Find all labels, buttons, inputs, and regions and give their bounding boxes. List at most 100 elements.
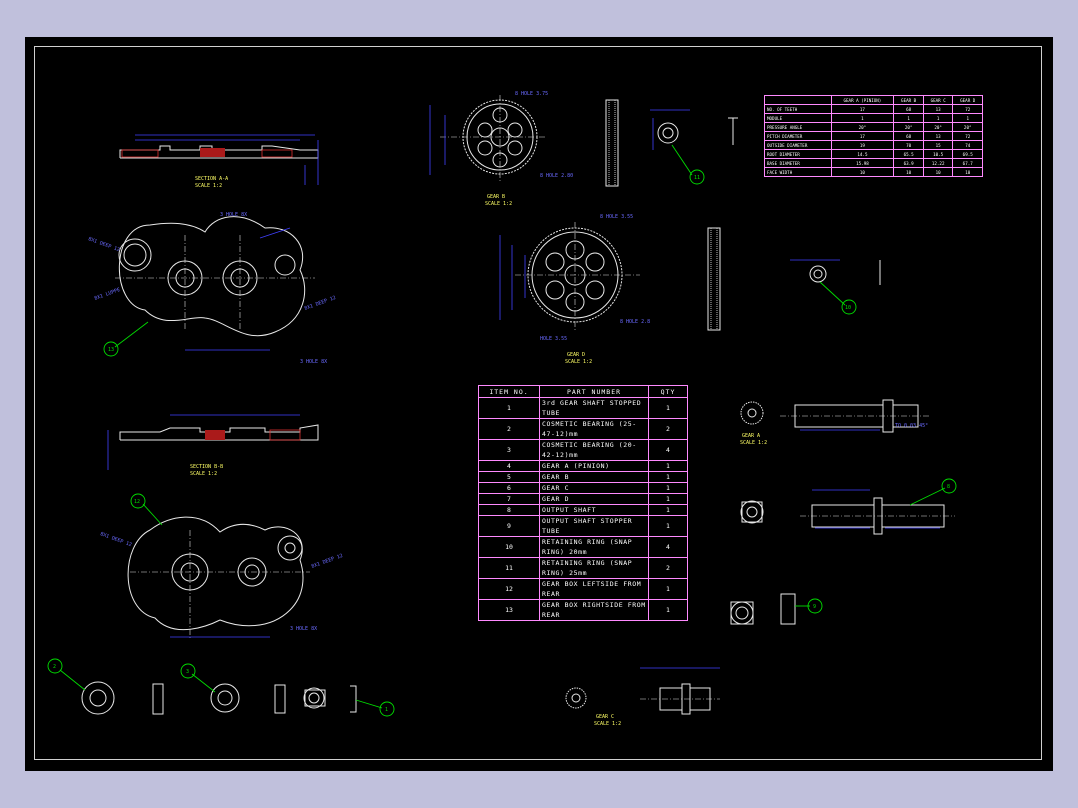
gear-d-value: 1 xyxy=(952,113,983,123)
part-number: GEAR B xyxy=(539,471,649,483)
parts-header-item: ITEM NO. xyxy=(478,385,540,398)
item-no: 8 xyxy=(478,504,540,516)
item-no: 6 xyxy=(478,482,540,494)
svg-text:8 HOLE 3.55: 8 HOLE 3.55 xyxy=(600,214,633,220)
qty: 1 xyxy=(648,471,688,483)
balloon-label: 2 xyxy=(53,664,56,670)
table-row: 1 3rd GEAR SHAFT STOPPED TUBE 1 xyxy=(478,397,688,419)
table-row: PITCH DIAMETER 17 68 13 72 xyxy=(764,131,983,141)
svg-text:8X1 DEEP 12: 8X1 DEEP 12 xyxy=(99,531,132,548)
parts-header-qty: QTY xyxy=(648,385,688,398)
table-row: 9 OUTPUT SHAFT STOPPER TUBE 1 xyxy=(478,515,688,537)
shaft-detail-top xyxy=(650,109,738,150)
table-row: 7 GEAR D1 xyxy=(478,493,688,505)
shaft-detail-middle xyxy=(790,259,881,285)
svg-text:3 HOLE 8X: 3 HOLE 8X xyxy=(300,359,327,365)
qty: 2 xyxy=(648,557,688,579)
balloon-label: 1 xyxy=(385,707,388,713)
stopper-tube-view xyxy=(730,593,796,625)
svg-text:8X1 DEEP 12: 8X1 DEEP 12 xyxy=(304,295,337,312)
gear-d-value: 67.7 xyxy=(952,158,983,168)
gear-c-value: 10.5 xyxy=(922,149,954,159)
gear-d-value: 10 xyxy=(952,167,983,177)
svg-text:8X1 DEEP 12: 8X1 DEEP 12 xyxy=(87,236,120,253)
gear-b-title: GEAR B xyxy=(487,194,505,200)
property: PITCH DIAMETER xyxy=(764,131,832,141)
parts-list-table: ITEM NO. PART NUMBER QTY 1 3rd GEAR SHAFT… xyxy=(478,385,688,621)
gear-c-value: 15 xyxy=(922,140,954,150)
parts-header-part: PART NUMBER xyxy=(539,385,649,398)
gear-d-title: GEAR D xyxy=(567,352,585,358)
item-no: 1 xyxy=(478,397,540,419)
table-row: 5 GEAR B1 xyxy=(478,471,688,483)
gear-table-header-row: GEAR A (PINION) GEAR B GEAR C GEAR D xyxy=(764,95,983,105)
table-row: 12 GEAR BOX LEFTSIDE FROM REAR 1 xyxy=(478,578,688,600)
svg-text:HOLE 3.55: HOLE 3.55 xyxy=(540,336,567,342)
qty: 1 xyxy=(648,504,688,516)
gear-a-value: 17 xyxy=(830,104,895,114)
gear-b-view: 8 HOLE 3.75 8 HOLE 2.80 GEAR B SCALE 1:2 xyxy=(429,91,619,207)
table-row: 6 GEAR C1 xyxy=(478,482,688,494)
section-bb-scale: SCALE 1:2 xyxy=(190,471,217,477)
gear-b-value: 65.5 xyxy=(893,149,924,159)
balloon-label: 12 xyxy=(134,499,140,505)
table-row: MODULE 1 1 1 1 xyxy=(764,113,983,123)
gear-d-view: 8 HOLE 3.55 8 HOLE 2.8 HOLE 3.55 GEAR D … xyxy=(499,214,721,365)
svg-text:3 HOLE 8X: 3 HOLE 8X xyxy=(290,626,317,632)
part-number: GEAR BOX RIGHTSIDE FROM REAR xyxy=(539,599,649,621)
svg-text:TO 0.03 45°: TO 0.03 45° xyxy=(895,423,928,429)
table-row: 10 RETAINING RING (SNAP RING) 20mm 4 xyxy=(478,536,688,558)
part-number: OUTPUT SHAFT STOPPER TUBE xyxy=(539,515,649,537)
part-number: COSMETIC BEARING (25-47-12)mm xyxy=(539,418,649,440)
property: ROOT DIAMETER xyxy=(764,149,832,159)
gear-a-value: 15.98 xyxy=(830,158,895,168)
gear-header-b: GEAR B xyxy=(893,95,924,105)
balloon-label: 10 xyxy=(845,305,851,311)
part-number: 3rd GEAR SHAFT STOPPED TUBE xyxy=(539,397,649,419)
gear-c-value: 13 xyxy=(922,131,954,141)
property: PRESSURE ANGLE xyxy=(764,122,832,132)
gear-a-view: GEAR A SCALE 1:2 TO 0.03 45° xyxy=(740,399,930,446)
balloon-label: 8 xyxy=(947,484,950,490)
table-row: 8 OUTPUT SHAFT 1 xyxy=(478,504,688,516)
balloon-label: 13 xyxy=(108,347,114,353)
property: NO. OF TEETH xyxy=(764,104,832,114)
gear-header-c: GEAR C xyxy=(922,95,954,105)
gear-b-value: 68 xyxy=(893,131,924,141)
gear-c-value: 20° xyxy=(922,122,954,132)
section-aa-view: SECTION A-A SCALE 1:2 xyxy=(119,134,319,189)
part-number: GEAR BOX LEFTSIDE FROM REAR xyxy=(539,578,649,600)
gear-header-a: GEAR A (PINION) xyxy=(830,95,895,105)
gear-b-scale: SCALE 1:2 xyxy=(485,201,512,207)
gear-c-value: 1 xyxy=(922,113,954,123)
gear-a-value: 17 xyxy=(830,131,895,141)
gear-b-value: 10 xyxy=(893,167,924,177)
item-no: 7 xyxy=(478,493,540,505)
gear-c-scale: SCALE 1:2 xyxy=(594,721,621,727)
svg-text:8 HOLE 2.8: 8 HOLE 2.8 xyxy=(620,319,650,325)
gearbox-leftside-view: 8X1 DEEP 12 8X1 LUPPE 8X1 DEEP 12 3 HOLE… xyxy=(87,212,336,365)
svg-text:3 HOLE 8X: 3 HOLE 8X xyxy=(220,212,247,218)
section-aa-scale: SCALE 1:2 xyxy=(195,183,222,189)
bearings-rings-views xyxy=(81,681,357,715)
table-row: 4 GEAR A (PINION) 1 xyxy=(478,460,688,472)
part-number: COSMETIC BEARING (20-42-12)mm xyxy=(539,439,649,461)
item-no: 11 xyxy=(478,557,540,579)
gear-c-value: 10 xyxy=(922,167,954,177)
gear-a-value: 14.5 xyxy=(830,149,895,159)
gear-a-scale: SCALE 1:2 xyxy=(740,440,767,446)
item-no: 2 xyxy=(478,418,540,440)
gear-d-value: 72 xyxy=(952,104,983,114)
gear-a-value: 1 xyxy=(830,113,895,123)
table-row: OUTSIDE DIAMETER 19 70 15 74 xyxy=(764,140,983,150)
item-no: 12 xyxy=(478,578,540,600)
item-no: 3 xyxy=(478,439,540,461)
part-number: GEAR D xyxy=(539,493,649,505)
qty: 2 xyxy=(648,418,688,440)
section-bb-view: SECTION B-B SCALE 1:2 xyxy=(107,414,319,477)
gear-b-value: 20° xyxy=(893,122,924,132)
table-row: PRESSURE ANGLE 20° 20° 20° 20° xyxy=(764,122,983,132)
balloon-label: 3 xyxy=(186,669,189,675)
qty: 4 xyxy=(648,439,688,461)
gear-c-value: 12.22 xyxy=(922,158,954,168)
